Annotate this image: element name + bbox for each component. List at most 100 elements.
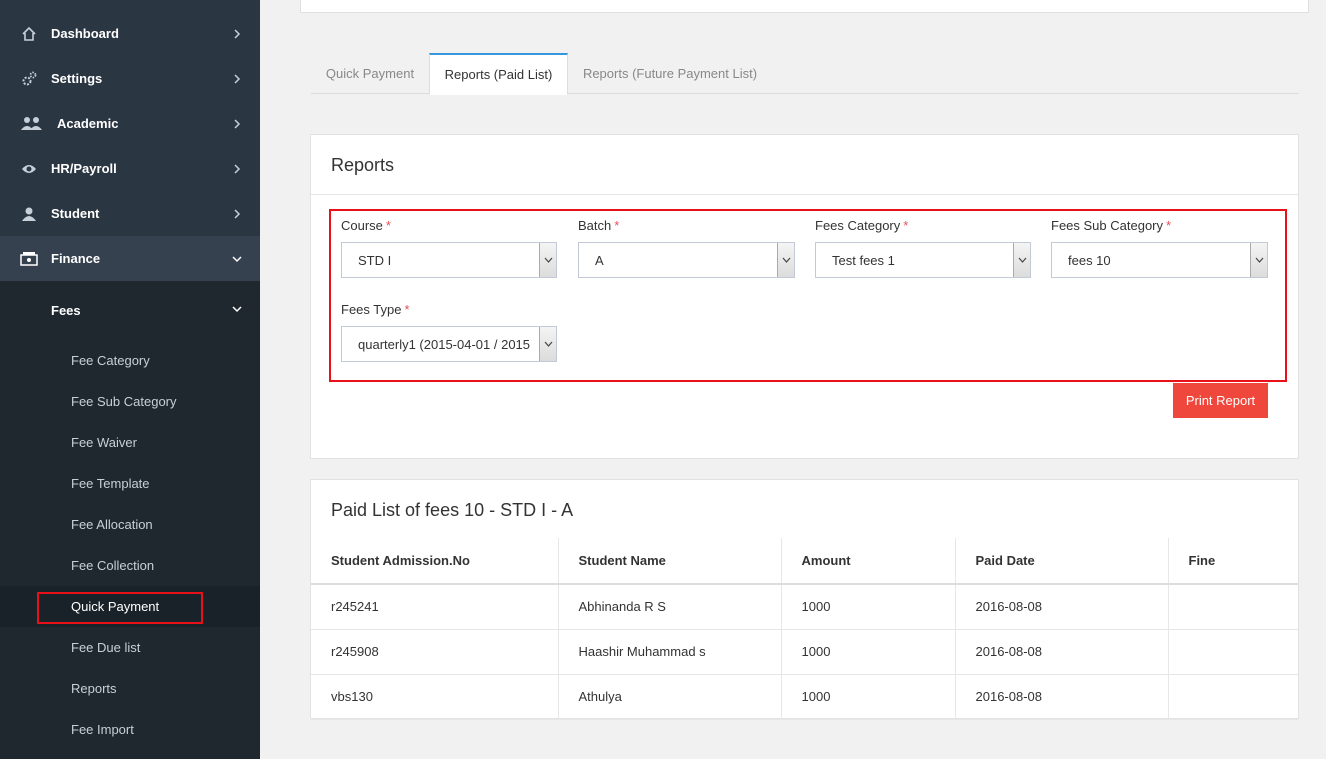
sub-fee-collection[interactable]: Fee Collection — [0, 545, 260, 586]
chevron-down-icon — [539, 243, 556, 277]
chevron-down-icon — [232, 254, 242, 264]
nav-academic[interactable]: Academic — [0, 101, 260, 146]
fees-sub-category-label: Fees Sub Category * — [1051, 218, 1172, 233]
course-select[interactable]: STD I — [341, 242, 557, 278]
sub-fee-due-list-label: Fee Due list — [71, 640, 141, 655]
sub-fee-sub-category-label: Fee Sub Category — [71, 394, 177, 409]
sub-fee-template-label: Fee Template — [71, 476, 150, 491]
col-paid-date: Paid Date — [955, 538, 1169, 585]
nav-hr-payroll-label: HR/Payroll — [51, 161, 117, 176]
chevron-right-icon — [232, 28, 242, 39]
col-admission-no: Student Admission.No — [311, 538, 559, 585]
batch-select[interactable]: A — [578, 242, 795, 278]
batch-label: Batch * — [578, 218, 620, 233]
sub-fee-category-label: Fee Category — [71, 353, 150, 368]
paid-list-title: Paid List of fees 10 - STD I - A — [331, 500, 574, 520]
fees-category-value: Test fees 1 — [832, 252, 895, 268]
chevron-right-icon — [232, 73, 242, 84]
col-fine: Fine — [1168, 538, 1298, 585]
sub-fee-allocation[interactable]: Fee Allocation — [0, 504, 260, 545]
print-report-button[interactable]: Print Report — [1173, 383, 1268, 418]
sub-fee-sub-category[interactable]: Fee Sub Category — [0, 381, 260, 422]
cell-student-name: Haashir Muhammad s — [558, 629, 782, 675]
cell-paid-date: 2016-08-08 — [955, 629, 1169, 675]
fees-category-select[interactable]: Test fees 1 — [815, 242, 1031, 278]
fees-type-label: Fees Type * — [341, 302, 410, 317]
chevron-down-icon — [539, 327, 556, 361]
nav-finance-label: Finance — [51, 251, 101, 266]
cell-admission-no: r245908 — [311, 629, 559, 675]
gears-icon — [20, 70, 38, 88]
nav-dashboard[interactable]: Dashboard — [0, 11, 260, 56]
tab-reports-future-payment[interactable]: Reports (Future Payment List) — [568, 53, 772, 94]
fees-type-value: quarterly1 (2015-04-01 / 2015 — [358, 336, 531, 352]
cell-paid-date: 2016-08-08 — [955, 674, 1169, 720]
cell-amount: 1000 — [781, 584, 956, 630]
users-icon — [20, 115, 44, 133]
cell-fine — [1168, 674, 1298, 720]
nav-academic-label: Academic — [57, 116, 119, 131]
cell-admission-no: vbs130 — [311, 674, 559, 720]
money-icon — [20, 250, 38, 268]
table-row: vbs130 Athulya 1000 2016-08-08 — [311, 674, 1298, 720]
cell-student-name: Abhinanda R S — [558, 584, 782, 630]
sub-fee-category[interactable]: Fee Category — [0, 340, 260, 381]
eye-icon — [20, 160, 38, 178]
chevron-right-icon — [232, 208, 242, 219]
sub-fee-template[interactable]: Fee Template — [0, 463, 260, 504]
sub-fee-import[interactable]: Fee Import — [0, 709, 260, 750]
reports-title: Reports — [331, 155, 395, 175]
tab-quick-payment[interactable]: Quick Payment — [311, 53, 429, 94]
nav-settings[interactable]: Settings — [0, 56, 260, 101]
nav-settings-label: Settings — [51, 71, 103, 86]
course-label: Course * — [341, 218, 391, 233]
sub-fee-waiver[interactable]: Fee Waiver — [0, 422, 260, 463]
chevron-down-icon — [1013, 243, 1030, 277]
table-row: r245241 Abhinanda R S 1000 2016-08-08 — [311, 584, 1298, 630]
chevron-down-icon — [777, 243, 794, 277]
cell-amount: 1000 — [781, 629, 956, 675]
col-student-name: Student Name — [558, 538, 782, 585]
chevron-down-icon — [232, 305, 242, 315]
user-icon — [20, 205, 38, 223]
nav-student[interactable]: Student — [0, 191, 260, 236]
nav-finance[interactable]: Finance — [0, 236, 260, 281]
sub-fee-import-label: Fee Import — [71, 722, 134, 737]
paid-list-table: Student Admission.No Student Name Amount… — [311, 538, 1298, 720]
tab-bar: Quick Payment Reports (Paid List) Report… — [311, 53, 1299, 95]
cell-admission-no: r245241 — [311, 584, 559, 630]
home-icon — [20, 25, 38, 43]
chevron-right-icon — [232, 163, 242, 174]
course-value: STD I — [358, 252, 392, 268]
nav-fees[interactable]: Fees — [0, 287, 260, 333]
chevron-right-icon — [232, 118, 242, 129]
cell-student-name: Athulya — [558, 674, 782, 720]
sidebar: Dashboard Settings Academic HR/Payroll S… — [0, 0, 260, 759]
cell-fine — [1168, 629, 1298, 675]
cell-fine — [1168, 584, 1298, 630]
quick-payment-highlight — [37, 592, 203, 624]
cell-paid-date: 2016-08-08 — [955, 584, 1169, 630]
chevron-down-icon — [1250, 243, 1267, 277]
cell-amount: 1000 — [781, 674, 956, 720]
fees-sub-category-value: fees 10 — [1068, 252, 1111, 268]
fees-type-select[interactable]: quarterly1 (2015-04-01 / 2015 — [341, 326, 557, 362]
sub-reports[interactable]: Reports — [0, 668, 260, 709]
fees-sub-category-select[interactable]: fees 10 — [1051, 242, 1268, 278]
nav-dashboard-label: Dashboard — [51, 26, 119, 41]
top-panel-edge — [300, 0, 1309, 13]
col-amount: Amount — [781, 538, 956, 585]
table-header-row: Student Admission.No Student Name Amount… — [311, 538, 1298, 585]
tab-reports-paid-list[interactable]: Reports (Paid List) — [429, 53, 568, 95]
nav-hr-payroll[interactable]: HR/Payroll — [0, 146, 260, 191]
nav-fees-label: Fees — [51, 302, 81, 318]
sub-fee-allocation-label: Fee Allocation — [71, 517, 153, 532]
nav-student-label: Student — [51, 206, 100, 221]
divider — [311, 194, 1298, 195]
fees-category-label: Fees Category * — [815, 218, 909, 233]
sub-fee-waiver-label: Fee Waiver — [71, 435, 137, 450]
table-row: r245908 Haashir Muhammad s 1000 2016-08-… — [311, 629, 1298, 675]
sub-fee-due-list[interactable]: Fee Due list — [0, 627, 260, 668]
sub-fee-collection-label: Fee Collection — [71, 558, 155, 573]
batch-value: A — [595, 252, 604, 268]
